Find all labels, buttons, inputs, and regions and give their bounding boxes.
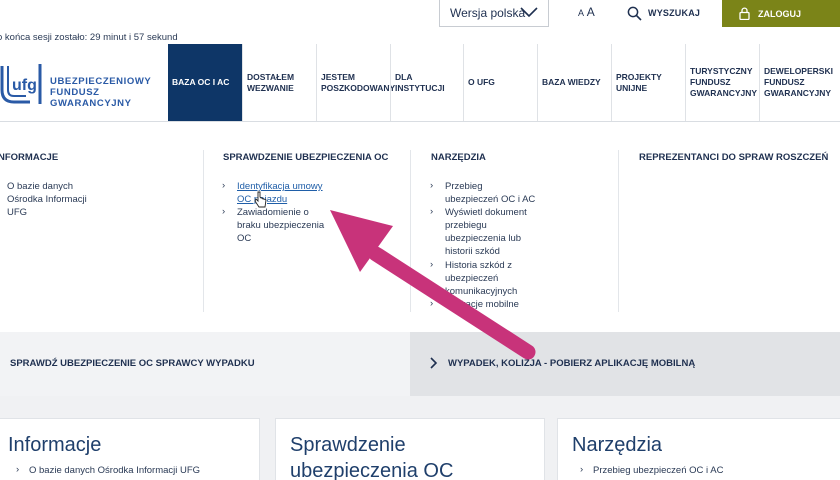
menu-divider: [203, 150, 204, 312]
logo-line-1: UBEZPIECZENIOWY: [50, 76, 152, 87]
top-utility-bar: Wersja polska A A WYSZUKAJ ZALOGUJ: [0, 0, 840, 27]
logo-mark-text: ufg: [12, 77, 37, 94]
logo-line-3: GWARANCYJNY: [50, 98, 132, 109]
card-narzedzia-link[interactable]: Przebieg ubezpieczeń OC i AC: [593, 465, 723, 476]
lock-icon: [739, 7, 750, 20]
chevron-right-icon: ›: [430, 259, 434, 270]
login-button[interactable]: ZALOGUJ: [722, 0, 840, 27]
nav-dostalem-wezwanie[interactable]: DOSTAŁEM WEZWANIE: [242, 44, 316, 121]
menu-link-przebieg[interactable]: Przebieg ubezpieczeń OC i AC: [445, 180, 535, 206]
menu-col-informacje-title: NFORMACJE: [0, 152, 59, 163]
language-select[interactable]: Wersja polska: [439, 0, 549, 27]
ufg-logo-mark: ufg: [0, 64, 42, 104]
font-size-large[interactable]: A: [587, 5, 595, 19]
nav-turystyczny-fundusz[interactable]: TURYSTYCZNY FUNDUSZ GWARANCYJNY: [685, 44, 759, 121]
search-icon: [627, 6, 642, 21]
menu-col-narzedzia-title: NARZĘDZIA: [431, 152, 486, 163]
menu-link-wyswietl-dokument[interactable]: Wyświetl dokument przebiegu ubezpieczeni…: [445, 206, 527, 258]
menu-link-historia-szkod[interactable]: Historia szkód z ubezpieczeń komunikacyj…: [445, 259, 517, 298]
ufg-logo[interactable]: ufg UBEZPIECZENIOWY FUNDUSZ GWARANCYJNY: [0, 60, 160, 110]
page-root: Wersja polska A A WYSZUKAJ ZALOGUJ o koń…: [0, 0, 840, 480]
chevron-down-icon: [520, 7, 538, 18]
menu-link-o-bazie-danych[interactable]: O bazie danych Ośrodka Informacji UFG: [7, 180, 87, 219]
menu-col-reprezentanci-title[interactable]: REPREZENTANCI DO SPRAW ROSZCZEŃ: [639, 152, 828, 163]
card-informacje-link[interactable]: O bazie danych Ośrodka Informacji UFG: [29, 465, 200, 476]
chevron-right-icon: ›: [16, 464, 20, 475]
language-select-value: Wersja polska: [450, 6, 526, 20]
card-sprawdzenie-title: Sprawdzenie: [290, 434, 406, 456]
menu-link-zawiadomienie[interactable]: Zawiadomienie o braku ubezpieczenia OC: [237, 206, 324, 245]
menu-divider: [410, 150, 411, 312]
search-label: WYSZUKAJ: [648, 8, 701, 18]
nav-projekty-unijne[interactable]: PROJEKTY UNIJNE: [611, 44, 685, 121]
menu-link-aplikacje-mobilne[interactable]: Aplikacje mobilne: [445, 298, 519, 311]
menu-col-sprawdzenie-title: SPRAWDZENIE UBEZPIECZENIA OC: [223, 152, 389, 163]
nav-o-ufg[interactable]: O UFG: [463, 44, 537, 121]
login-label: ZALOGUJ: [758, 8, 802, 19]
nav-dla-instytucji[interactable]: DLA INSTYTUCJI: [390, 44, 463, 121]
card-sprawdzenie-title-2: ubezpieczenia OC: [290, 460, 454, 480]
search-button[interactable]: WYSZUKAJ: [627, 4, 700, 22]
chevron-right-icon: ›: [430, 298, 434, 309]
menu-divider: [618, 150, 619, 312]
font-size-toggle[interactable]: A A: [578, 5, 595, 19]
card-informacje-title: Informacje: [8, 434, 102, 456]
logo-line-2: FUNDUSZ: [50, 87, 100, 98]
hand-cursor-icon: [254, 191, 267, 208]
banner-sprawdz-oc-label[interactable]: SPRAWDŹ UBEZPIECZENIE OC SPRAWCY WYPADKU: [10, 358, 255, 369]
chevron-right-icon: ›: [222, 180, 226, 191]
card-narzedzia-title: Narzędzia: [572, 434, 663, 456]
nav-baza-oc-ac[interactable]: BAZA OC I AC: [168, 44, 242, 121]
session-timer: o końca sesji zostało: 29 minut i 57 sek…: [0, 32, 178, 43]
nav-jestem-poszkodowany[interactable]: JESTEM POSZKODOWANY: [316, 44, 395, 121]
chevron-right-icon: ›: [430, 180, 434, 191]
nav-baza-wiedzy[interactable]: BAZA WIEDZY: [537, 44, 611, 121]
chevron-right-icon: ›: [430, 206, 434, 217]
nav-deweloperski-fundusz[interactable]: DEWELOPERSKI FUNDUSZ GWARANCYJNY: [759, 44, 840, 121]
chevron-right-icon: ›: [222, 206, 226, 217]
banner-pobierz-aplikacje-label[interactable]: WYPADEK, KOLIZJA - POBIERZ APLIKACJĘ MOB…: [448, 358, 695, 369]
menu-link-identyfikacja-umowy[interactable]: Identyfikacja umowy OC pojazdu: [237, 180, 323, 206]
chevron-right-icon: ›: [580, 464, 584, 475]
font-size-small[interactable]: A: [578, 8, 584, 18]
chevron-right-icon: [430, 357, 438, 369]
